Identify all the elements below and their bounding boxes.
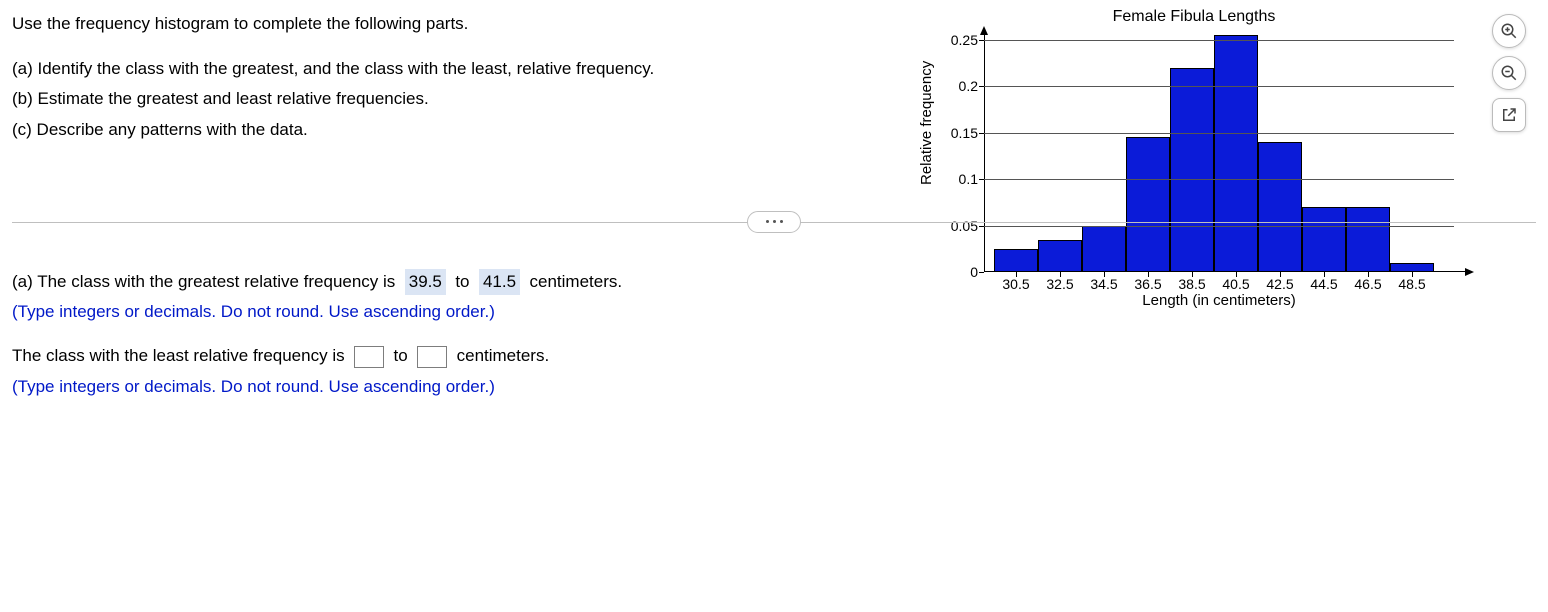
open-in-new-icon[interactable] — [1492, 98, 1526, 132]
x-tick-label: 32.5 — [1046, 276, 1073, 292]
question-intro: Use the frequency histogram to complete … — [12, 12, 892, 37]
section-divider — [12, 211, 1536, 233]
x-tick-label: 30.5 — [1002, 276, 1029, 292]
answer-least-prefix: The class with the least relative freque… — [12, 346, 345, 365]
question-text: Use the frequency histogram to complete … — [12, 10, 892, 149]
x-tick-label: 42.5 — [1266, 276, 1293, 292]
y-tick-label: 0.25 — [938, 32, 978, 48]
histogram-bar — [1082, 226, 1126, 272]
x-tick-label: 34.5 — [1090, 276, 1117, 292]
histogram-bar — [1390, 263, 1434, 272]
y-tick-label: 0.2 — [938, 78, 978, 94]
chart-title: Female Fibula Lengths — [912, 8, 1476, 26]
x-tick-label: 46.5 — [1354, 276, 1381, 292]
question-part-c: (c) Describe any patterns with the data. — [12, 118, 892, 143]
y-axis-label: Relative frequency — [918, 61, 935, 185]
question-part-a: (a) Identify the class with the greatest… — [12, 57, 892, 82]
x-tick-label: 44.5 — [1310, 276, 1337, 292]
expand-button[interactable] — [747, 211, 801, 233]
answer-a-high[interactable]: 41.5 — [479, 269, 520, 295]
histogram-chart: Relative frequency 00.050.10.150.20.25 3… — [922, 30, 1482, 330]
histogram-bar — [1258, 142, 1302, 272]
least-low-input[interactable] — [354, 346, 384, 368]
x-tick-label: 48.5 — [1398, 276, 1425, 292]
answer-a-low[interactable]: 39.5 — [405, 269, 446, 295]
chart-tools — [1492, 14, 1526, 132]
x-tick-label: 36.5 — [1134, 276, 1161, 292]
answer-a-prefix: (a) The class with the greatest relative… — [12, 272, 395, 291]
x-tick-label: 40.5 — [1222, 276, 1249, 292]
zoom-out-icon[interactable] — [1492, 56, 1526, 90]
x-axis-label: Length (in centimeters) — [984, 292, 1454, 309]
histogram-bar — [1214, 35, 1258, 272]
x-tick-label: 38.5 — [1178, 276, 1205, 292]
histogram-bar — [1126, 137, 1170, 272]
chart-pane: Female Fibula Lengths Relative frequency… — [912, 10, 1536, 149]
histogram-bar — [1038, 240, 1082, 272]
histogram-bar — [994, 249, 1038, 272]
zoom-in-icon[interactable] — [1492, 14, 1526, 48]
least-high-input[interactable] — [417, 346, 447, 368]
answer-least-hint: (Type integers or decimals. Do not round… — [12, 374, 1536, 400]
histogram-bar — [1170, 68, 1214, 272]
question-part-b: (b) Estimate the greatest and least rela… — [12, 87, 892, 112]
y-tick-label: 0 — [938, 264, 978, 280]
y-tick-label: 0.1 — [938, 171, 978, 187]
y-tick-label: 0.15 — [938, 125, 978, 141]
